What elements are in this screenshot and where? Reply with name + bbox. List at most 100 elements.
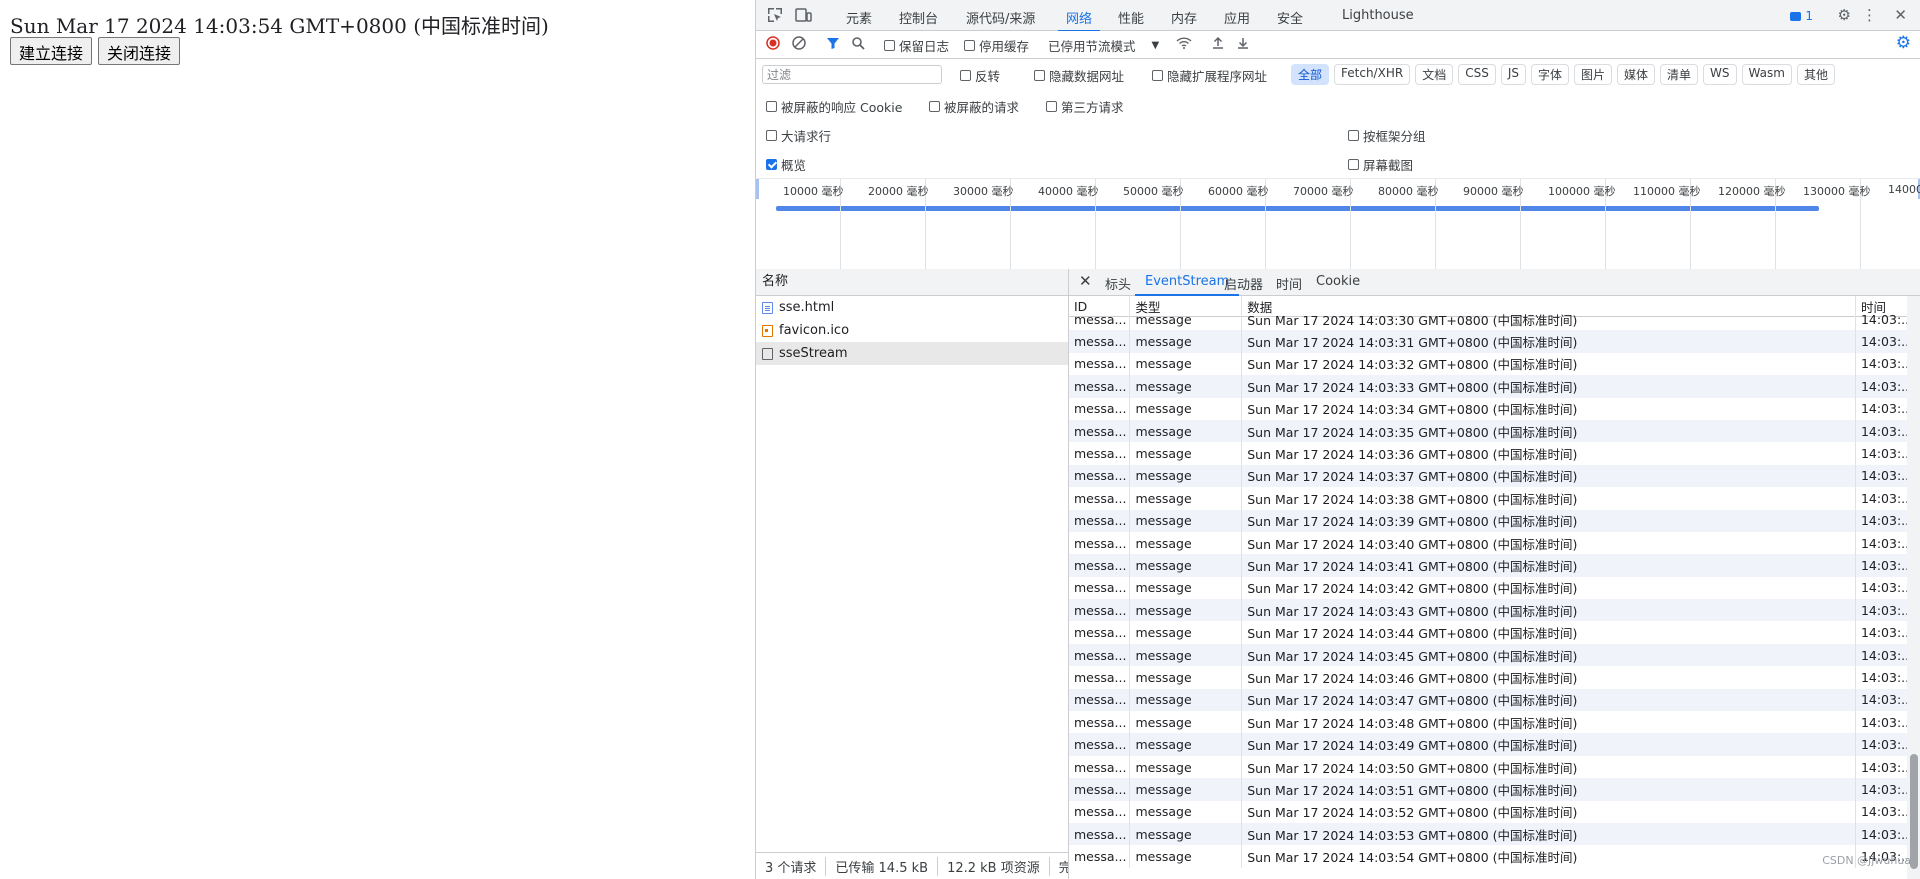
- invert-checkbox[interactable]: [960, 70, 971, 81]
- tab-timing[interactable]: 时间: [1276, 274, 1302, 293]
- filter-chip-all[interactable]: 全部: [1291, 64, 1330, 85]
- search-icon[interactable]: [851, 36, 865, 50]
- request-row[interactable]: sseStream: [756, 342, 1068, 365]
- eventstream-row[interactable]: messa... message Sun Mar 17 2024 14:03:36 …: [1069, 442, 1920, 465]
- filter-icon[interactable]: [826, 36, 840, 50]
- disable-cache-toggle[interactable]: 停用缓存: [964, 36, 1029, 55]
- eventstream-row[interactable]: messa... message Sun Mar 17 2024 14:03:43 …: [1069, 599, 1920, 622]
- tab-cookies[interactable]: Cookie: [1316, 274, 1360, 289]
- close-devtools-icon[interactable]: ✕: [1894, 6, 1907, 24]
- device-toolbar-icon[interactable]: [794, 6, 812, 24]
- preserve-log-toggle[interactable]: 保留日志: [884, 36, 949, 55]
- filter-chip-doc[interactable]: 文档: [1415, 64, 1454, 85]
- issues-badge[interactable]: 1: [1790, 9, 1813, 23]
- filter-chip-other[interactable]: 其他: [1796, 64, 1835, 85]
- close-details-icon[interactable]: ✕: [1079, 272, 1092, 290]
- eventstream-row[interactable]: messa... message Sun Mar 17 2024 14:03:47 …: [1069, 688, 1920, 712]
- blocked-requests-checkbox[interactable]: [929, 101, 940, 112]
- filter-chip-js[interactable]: JS: [1500, 64, 1526, 85]
- preserve-log-checkbox[interactable]: [884, 40, 895, 51]
- request-name-header[interactable]: 名称: [756, 269, 1068, 296]
- tab-eventstream[interactable]: EventStream: [1134, 274, 1240, 296]
- request-row[interactable]: favicon.ico: [756, 319, 1068, 342]
- clear-icon[interactable]: [792, 36, 806, 50]
- eventstream-row[interactable]: messa... message Sun Mar 17 2024 14:03:31 …: [1069, 330, 1920, 353]
- eventstream-row[interactable]: messa... message Sun Mar 17 2024 14:03:50 …: [1069, 755, 1920, 779]
- filter-chip-wasm[interactable]: Wasm: [1741, 64, 1792, 85]
- inspect-element-icon[interactable]: [766, 6, 784, 24]
- hide-extension-urls-toggle[interactable]: 隐藏扩展程序网址: [1152, 66, 1267, 85]
- eventstream-row[interactable]: messa... message Sun Mar 17 2024 14:03:41 …: [1069, 554, 1920, 577]
- tab-headers[interactable]: 标头: [1105, 274, 1131, 293]
- filter-chip-img[interactable]: 图片: [1574, 64, 1613, 85]
- big-rows-toggle[interactable]: 大请求行: [766, 126, 831, 145]
- hide-data-urls-toggle[interactable]: 隐藏数据网址: [1034, 66, 1124, 85]
- blocked-cookies-toggle[interactable]: 被屏蔽的响应 Cookie: [766, 97, 902, 116]
- eventstream-row[interactable]: messa... message Sun Mar 17 2024 14:03:54 …: [1069, 845, 1920, 868]
- blocked-cookies-checkbox[interactable]: [766, 101, 777, 112]
- tab-console[interactable]: 控制台: [899, 8, 938, 27]
- eventstream-row[interactable]: messa... message Sun Mar 17 2024 14:03:33 …: [1069, 375, 1920, 398]
- tab-sources[interactable]: 源代码/来源: [966, 8, 1035, 27]
- connect-button[interactable]: 建立连接: [10, 37, 93, 65]
- invert-toggle[interactable]: 反转: [960, 66, 1000, 85]
- network-settings-gear-icon[interactable]: ⚙: [1896, 35, 1911, 52]
- eventstream-row[interactable]: messa... message Sun Mar 17 2024 14:03:44 …: [1069, 621, 1920, 644]
- eventstream-row[interactable]: messa... message Sun Mar 17 2024 14:03:37 …: [1069, 464, 1920, 488]
- overview-left-handle[interactable]: [756, 179, 759, 199]
- filter-input[interactable]: 过滤: [762, 65, 942, 84]
- filter-chip-ws[interactable]: WS: [1703, 64, 1737, 85]
- tab-performance[interactable]: 性能: [1118, 8, 1144, 27]
- eventstream-row[interactable]: messa... message Sun Mar 17 2024 14:03:30 …: [1069, 307, 1920, 331]
- tab-network[interactable]: 网络: [1057, 8, 1101, 32]
- hide-data-urls-checkbox[interactable]: [1034, 70, 1045, 81]
- third-party-checkbox[interactable]: [1046, 101, 1057, 112]
- tab-initiator[interactable]: 启动器: [1224, 274, 1263, 293]
- filter-chip-media[interactable]: 媒体: [1617, 64, 1656, 85]
- network-conditions-icon[interactable]: [1176, 36, 1192, 50]
- more-options-icon[interactable]: ⋮: [1862, 6, 1877, 24]
- group-by-frame-toggle[interactable]: 按框架分组: [1348, 126, 1426, 145]
- tab-elements[interactable]: 元素: [846, 8, 872, 27]
- network-overview-timeline[interactable]: 10000 毫秒 20000 毫秒 30000 毫秒 40000 毫秒 50000 毫秒…: [756, 178, 1920, 270]
- filter-chip-manifest[interactable]: 清单: [1660, 64, 1699, 85]
- disconnect-button[interactable]: 关闭连接: [98, 37, 181, 65]
- overview-toggle[interactable]: 概览: [766, 155, 806, 174]
- overview-checkbox[interactable]: [766, 159, 777, 170]
- filter-chip-fetch-xhr[interactable]: Fetch/XHR: [1334, 64, 1411, 85]
- tab-lighthouse[interactable]: Lighthouse: [1342, 8, 1414, 23]
- eventstream-row[interactable]: messa... message Sun Mar 17 2024 14:03:40 …: [1069, 531, 1920, 555]
- group-by-frame-checkbox[interactable]: [1348, 130, 1359, 141]
- scrollbar-thumb[interactable]: [1910, 754, 1918, 869]
- tab-security[interactable]: 安全: [1277, 8, 1303, 27]
- eventstream-row[interactable]: messa... message Sun Mar 17 2024 14:03:51 …: [1069, 778, 1920, 801]
- record-stop-icon[interactable]: [766, 36, 780, 50]
- import-har-icon[interactable]: [1211, 36, 1225, 50]
- screenshots-toggle[interactable]: 屏幕截图: [1348, 155, 1413, 174]
- hide-extension-urls-checkbox[interactable]: [1152, 70, 1163, 81]
- tab-memory[interactable]: 内存: [1171, 8, 1197, 27]
- filter-chip-css[interactable]: CSS: [1458, 64, 1496, 85]
- eventstream-row[interactable]: messa... message Sun Mar 17 2024 14:03:34 …: [1069, 397, 1920, 420]
- export-har-icon[interactable]: [1236, 36, 1250, 50]
- eventstream-row[interactable]: messa... message Sun Mar 17 2024 14:03:39 …: [1069, 509, 1920, 532]
- throttling-select[interactable]: 已停用节流模式 ▼: [1048, 36, 1159, 55]
- eventstream-row[interactable]: messa... message Sun Mar 17 2024 14:03:52 …: [1069, 800, 1920, 823]
- eventstream-row[interactable]: messa... message Sun Mar 17 2024 14:03:53 …: [1069, 822, 1920, 846]
- disable-cache-checkbox[interactable]: [964, 40, 975, 51]
- eventstream-row[interactable]: messa... message Sun Mar 17 2024 14:03:32 …: [1069, 352, 1920, 376]
- eventstream-row[interactable]: messa... message Sun Mar 17 2024 14:03:35 …: [1069, 419, 1920, 443]
- eventstream-row[interactable]: messa... message Sun Mar 17 2024 14:03:49 …: [1069, 733, 1920, 756]
- filter-chip-font[interactable]: 字体: [1530, 64, 1569, 85]
- request-row[interactable]: sse.html: [756, 296, 1068, 319]
- eventstream-row[interactable]: messa... message Sun Mar 17 2024 14:03:46 …: [1069, 666, 1920, 689]
- eventstream-row[interactable]: messa... message Sun Mar 17 2024 14:03:42 …: [1069, 576, 1920, 600]
- screenshots-checkbox[interactable]: [1348, 159, 1359, 170]
- settings-gear-icon[interactable]: ⚙: [1838, 6, 1851, 24]
- big-rows-checkbox[interactable]: [766, 130, 777, 141]
- eventstream-scrollbar[interactable]: [1907, 296, 1920, 879]
- tab-application[interactable]: 应用: [1224, 8, 1250, 27]
- eventstream-row[interactable]: messa... message Sun Mar 17 2024 14:03:48 …: [1069, 711, 1920, 734]
- third-party-toggle[interactable]: 第三方请求: [1046, 97, 1124, 116]
- blocked-requests-toggle[interactable]: 被屏蔽的请求: [929, 97, 1019, 116]
